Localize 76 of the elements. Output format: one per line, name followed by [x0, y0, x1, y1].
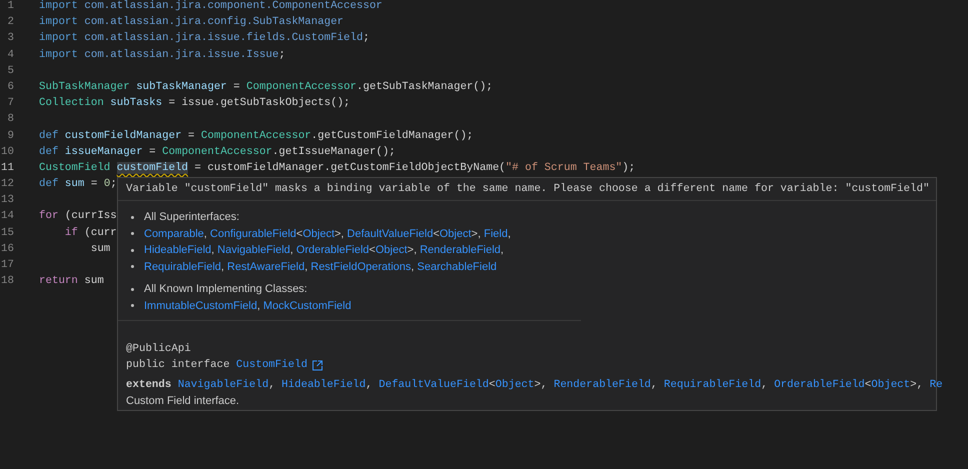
type-link[interactable]: ImmutableCustomField: [144, 300, 258, 312]
type-link[interactable]: Comparable: [144, 228, 204, 240]
bullet-icon: [131, 232, 134, 236]
type-link[interactable]: RenderableField: [554, 379, 651, 391]
line-number: 1: [6, 0, 14, 14]
bullet-icon: [131, 216, 134, 219]
line-number: 11: [0, 160, 14, 176]
annotation-text: @PublicApi: [126, 342, 192, 357]
type-link[interactable]: OrderableField: [296, 244, 370, 256]
code-line: def issueManager = ComponentAccessor.getIssueManager();: [39, 144, 396, 160]
interface-list: ImmutableCustomField, MockCustomField: [144, 300, 352, 312]
code-line: CustomField customField = customFieldManager.getCustomFieldObjectByName("# of Scrum Teams");: [39, 160, 636, 176]
code-line: import com.atlassian.jira.issue.fields.CustomField;: [39, 31, 370, 46]
type-link[interactable]: Object: [871, 379, 910, 391]
warning-message: Variable "customField" masks a binding variable of the same name. Please choose a different name for variable: "customField": [118, 178, 936, 201]
line-number: 12: [0, 177, 14, 192]
type-link[interactable]: ConfigurableField: [210, 228, 296, 240]
type-link[interactable]: RequirableField: [144, 260, 222, 273]
code-line: if (curr: [64, 226, 117, 241]
section-heading: All Superinterfaces:: [144, 211, 240, 224]
line-number: 2: [6, 15, 14, 30]
line-number: 5: [6, 64, 14, 79]
type-link[interactable]: RestFieldOperations: [310, 260, 412, 273]
type-link[interactable]: Re: [930, 379, 943, 391]
declaration-text: public interface CustomField: [126, 358, 308, 373]
line-number: 15: [0, 226, 14, 241]
line-number: 17: [0, 258, 14, 273]
section-heading: All Known Implementing Classes:: [144, 283, 308, 296]
type-link[interactable]: RenderableField: [420, 244, 501, 256]
type-link[interactable]: NavigableField: [178, 379, 269, 391]
code-line: return sum: [39, 274, 104, 290]
type-link[interactable]: SearchableField: [417, 260, 497, 273]
bullet-icon: [131, 248, 134, 252]
type-link[interactable]: NavigableField: [217, 244, 290, 256]
type-link[interactable]: RequirableField: [664, 379, 762, 391]
line-number: 9: [6, 128, 14, 144]
type-link[interactable]: Object: [302, 228, 334, 240]
code-line: def customFieldManager = ComponentAccessor.getCustomFieldManager();: [39, 128, 474, 144]
type-link[interactable]: DefaultValueField: [378, 379, 489, 391]
line-number: 6: [6, 80, 14, 95]
interface-list: RequirableField, RestAwareField, RestFieldOperations, SearchableField: [144, 260, 497, 273]
external-link-icon[interactable]: [312, 360, 324, 370]
code-line: import com.atlassian.jira.issue.Issue;: [39, 48, 286, 63]
code-line: Collection subTasks = issue.getSubTaskObjects();: [39, 96, 350, 112]
type-link[interactable]: Object: [495, 379, 534, 391]
description-text: Custom Field interface.: [126, 394, 240, 409]
line-number: 3: [6, 31, 14, 46]
type-link[interactable]: Field: [484, 228, 508, 240]
interface-list: Comparable, ConfigurableField<Object>, DefaultValueField<Object>, Field,: [144, 228, 511, 240]
type-link[interactable]: MockCustomField: [263, 300, 352, 312]
line-number: 4: [6, 48, 14, 63]
type-link[interactable]: HideableField: [282, 379, 366, 391]
line-number: 14: [0, 209, 14, 224]
line-number: 13: [0, 193, 14, 208]
type-link[interactable]: CustomField: [236, 359, 308, 371]
type-link[interactable]: Object: [375, 244, 408, 256]
type-link[interactable]: Object: [440, 228, 472, 240]
type-link[interactable]: RestAwareField: [227, 260, 305, 273]
code-line: import com.atlassian.jira.component.ComponentAccessor: [39, 0, 382, 14]
type-link[interactable]: OrderableField: [774, 379, 865, 391]
line-number: 16: [0, 242, 14, 257]
bullet-icon: [131, 288, 134, 291]
type-link[interactable]: HideableField: [144, 244, 212, 256]
code-line: sum: [90, 242, 110, 257]
line-number: 10: [0, 144, 14, 160]
code-line: for (currIss: [39, 209, 117, 224]
line-number: 7: [6, 96, 14, 112]
bullet-icon: [131, 304, 134, 308]
code-line: SubTaskManager subTaskManager = ComponentAccessor.getSubTaskManager();: [39, 80, 493, 95]
line-number: 8: [6, 112, 14, 128]
interface-list: HideableField, NavigableField, OrderableField<Object>, RenderableField,: [144, 244, 504, 256]
bullet-icon: [131, 265, 134, 268]
type-link[interactable]: DefaultValueField: [347, 228, 434, 240]
line-number: 18: [0, 274, 14, 290]
code-line: import com.atlassian.jira.config.SubTaskManager: [39, 15, 344, 30]
code-line: def sum = 0;: [39, 177, 117, 192]
